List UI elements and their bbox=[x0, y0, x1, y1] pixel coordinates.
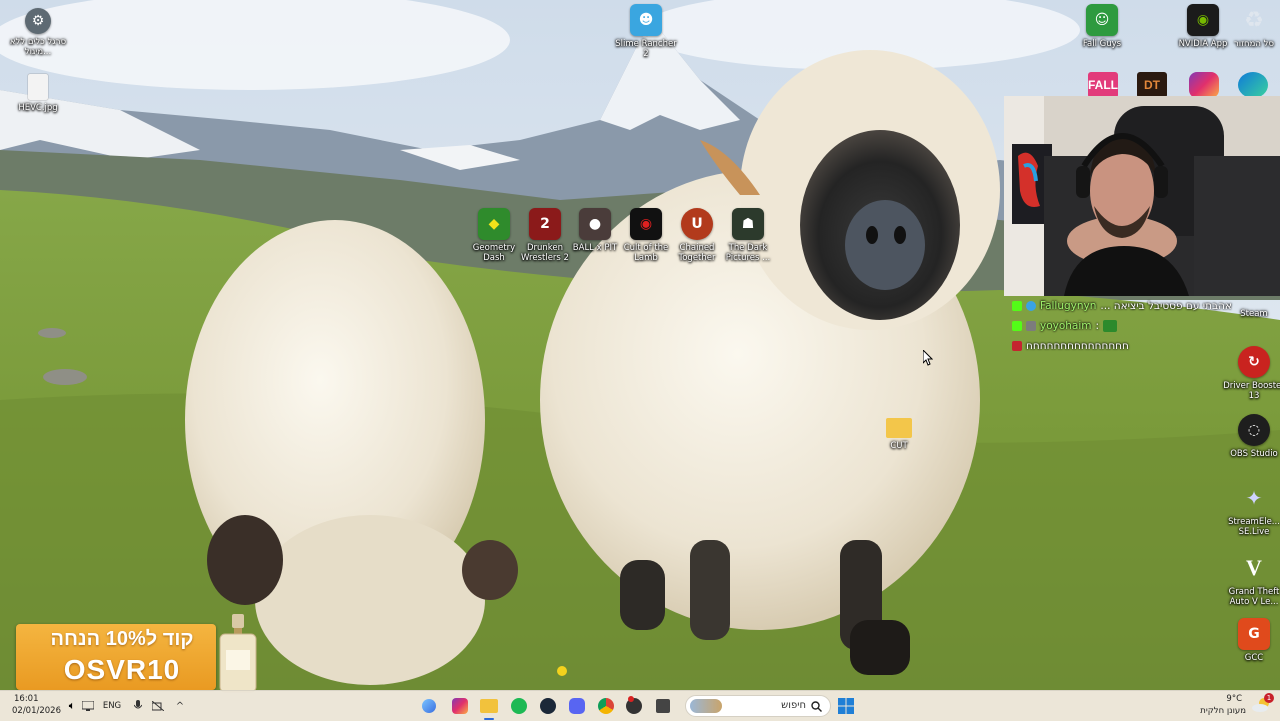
language-label: ENG bbox=[102, 701, 122, 711]
desktop-icon-file[interactable]: HEVC.jpg bbox=[6, 74, 70, 113]
desktop-icon-label: StreamEle... SE.Live bbox=[1228, 517, 1280, 537]
weather-temperature[interactable]: 9°C bbox=[1226, 694, 1242, 704]
app-window-icon[interactable] bbox=[656, 699, 670, 713]
chevron-up-icon[interactable]: ^ bbox=[170, 696, 190, 716]
geometry-dash-icon: ◆ bbox=[478, 208, 510, 240]
notification-count: 1 bbox=[1266, 694, 1272, 702]
chat-message: חחחחחחחחחחחחחחח bbox=[1012, 336, 1276, 356]
promo-banner: קוד ל10% הנחה OSVR10 bbox=[16, 614, 257, 693]
webcam-overlay bbox=[1004, 96, 1280, 296]
steam-taskbar-icon[interactable] bbox=[540, 698, 556, 714]
desktop-icon-fall-guys[interactable]: ☺ Fall Guys bbox=[1070, 4, 1134, 49]
chat-message: yoyohaim : bbox=[1012, 316, 1276, 336]
kick-badge-icon bbox=[1012, 321, 1022, 331]
gta-icon: V bbox=[1246, 555, 1262, 580]
perfume-bottle-icon bbox=[219, 614, 257, 693]
desktop-icon-label: The Dark Pictures ... bbox=[725, 243, 771, 263]
streamelements-icon: ✦ bbox=[1245, 486, 1263, 510]
mouse-cursor-icon bbox=[922, 348, 934, 370]
chrome-icon[interactable] bbox=[598, 698, 614, 714]
nvidia-icon: ◉ bbox=[1187, 4, 1219, 36]
dt-tile[interactable]: DT bbox=[1137, 72, 1167, 98]
chat-message: Fallugynyn אהבתי עם פסטיבל ביציאה ... bbox=[1012, 296, 1276, 316]
camera-off-icon[interactable] bbox=[148, 696, 168, 716]
chained-together-icon: U bbox=[681, 208, 713, 240]
search-icon bbox=[811, 701, 822, 712]
dark-pictures-icon: ☗ bbox=[732, 208, 764, 240]
slime-rancher-icon: ☻ bbox=[630, 4, 662, 36]
taskbar-time[interactable]: 16:01 bbox=[14, 694, 39, 704]
windows-logo-icon bbox=[838, 698, 854, 714]
folder-icon bbox=[886, 418, 912, 438]
dt-tile-label: DT bbox=[1144, 78, 1160, 92]
instagram-icon[interactable] bbox=[1189, 72, 1219, 98]
desktop-icon-recycle-bin[interactable]: ♻ סל המחזור bbox=[1222, 4, 1280, 50]
file-explorer-icon[interactable] bbox=[480, 699, 498, 713]
chat-username: Fallugynyn bbox=[1040, 300, 1097, 312]
fall-tile[interactable]: FALL bbox=[1088, 72, 1118, 98]
shortcut-icon: ⚙ bbox=[25, 8, 51, 34]
cult-of-the-lamb-icon: ◉ bbox=[630, 208, 662, 240]
chat-text: אהבתי עם פסטיבל ביציאה ... bbox=[1100, 300, 1232, 312]
instagram-taskbar-icon[interactable] bbox=[452, 698, 468, 714]
desktop-icon-label: Grand Theft Auto V Le... bbox=[1228, 587, 1280, 607]
desktop-icon-label: HEVC.jpg bbox=[18, 103, 58, 113]
gcc-icon: G bbox=[1238, 618, 1270, 650]
kick-badge-icon bbox=[1012, 301, 1022, 311]
start-button[interactable] bbox=[836, 696, 856, 716]
promo-code: OSVR10 bbox=[63, 654, 181, 685]
search-box[interactable]: חיפוש bbox=[685, 695, 831, 717]
taskbar: 16:01 02/01/2026 🔈︎ ENG ^ חיפוש 9°C מעונ… bbox=[0, 690, 1280, 721]
recycle-bin-icon: ♻ bbox=[1244, 7, 1264, 33]
chat-text: חחחחחחחחחחחחחחח bbox=[1026, 340, 1129, 352]
edge-icon[interactable] bbox=[1238, 72, 1268, 98]
desktop-icon-obs-studio[interactable]: ◌ OBS Studio bbox=[1222, 414, 1280, 459]
desktop-icon-label: סל המחזור bbox=[1234, 39, 1274, 49]
drunken-wrestlers-icon: 2 bbox=[529, 208, 561, 240]
sub-badge-icon bbox=[1026, 301, 1036, 311]
discord-icon[interactable] bbox=[569, 698, 585, 714]
sub-badge-icon bbox=[1026, 321, 1036, 331]
desktop-icon-gcc[interactable]: G GCC bbox=[1222, 618, 1280, 663]
search-placeholder: חיפוש bbox=[781, 700, 806, 711]
desktop-icon-cut-folder[interactable]: CUT bbox=[867, 418, 931, 451]
desktop-icon-label: OBS Studio bbox=[1230, 449, 1278, 459]
chat-separator: : bbox=[1095, 320, 1100, 332]
desktop-icon-label: Slime Rancher 2 bbox=[615, 39, 677, 59]
copilot-icon[interactable] bbox=[422, 699, 436, 713]
emote-icon bbox=[1103, 320, 1118, 332]
taskbar-date[interactable]: 02/01/2026 bbox=[12, 706, 61, 716]
desktop-icon-label: סרגל כלים ללא מיגול... bbox=[9, 37, 67, 57]
desktop-icon-label: GCC bbox=[1244, 653, 1264, 663]
notification-dot-icon bbox=[628, 696, 634, 702]
desktop-icon-shortcut[interactable]: ⚙ סרגל כלים ללא מיגול... bbox=[6, 8, 70, 57]
notification-badge: 1 bbox=[1264, 693, 1274, 703]
desktop-icon-slime-rancher[interactable]: ☻ Slime Rancher 2 bbox=[614, 4, 678, 59]
file-icon bbox=[28, 74, 48, 100]
desktop-icon-label: Fall Guys bbox=[1082, 39, 1122, 49]
network-icon[interactable] bbox=[78, 696, 98, 716]
spotify-icon[interactable] bbox=[511, 698, 527, 714]
language-indicator[interactable]: ENG bbox=[100, 696, 124, 716]
desktop-icon-label: CUT bbox=[890, 441, 908, 451]
desktop-icon-gta[interactable]: V Grand Theft Auto V Le... bbox=[1222, 552, 1280, 607]
chat-username: yoyohaim bbox=[1040, 320, 1092, 332]
user-badge-icon bbox=[1012, 341, 1022, 351]
promo-line1: קוד ל10% הנחה bbox=[50, 628, 194, 650]
fall-guys-icon: ☺ bbox=[1086, 4, 1118, 36]
desktop-icon-streamelements[interactable]: ✦ StreamEle... SE.Live bbox=[1222, 482, 1280, 537]
weather-condition[interactable]: מעונן חלקית bbox=[1200, 706, 1246, 716]
search-highlight-icon bbox=[690, 699, 722, 713]
ball-x-pit-icon: ● bbox=[579, 208, 611, 240]
obs-icon: ◌ bbox=[1238, 414, 1270, 446]
fall-tile-label: FALL bbox=[1088, 78, 1118, 92]
desktop-icon-label: Driver Booster 13 bbox=[1223, 381, 1280, 401]
desktop-icon-dark-pictures[interactable]: ☗ The Dark Pictures ... bbox=[716, 208, 780, 263]
microphone-icon[interactable] bbox=[128, 696, 148, 716]
stream-chat-overlay: Fallugynyn אהבתי עם פסטיבל ביציאה ... yo… bbox=[1012, 296, 1276, 356]
